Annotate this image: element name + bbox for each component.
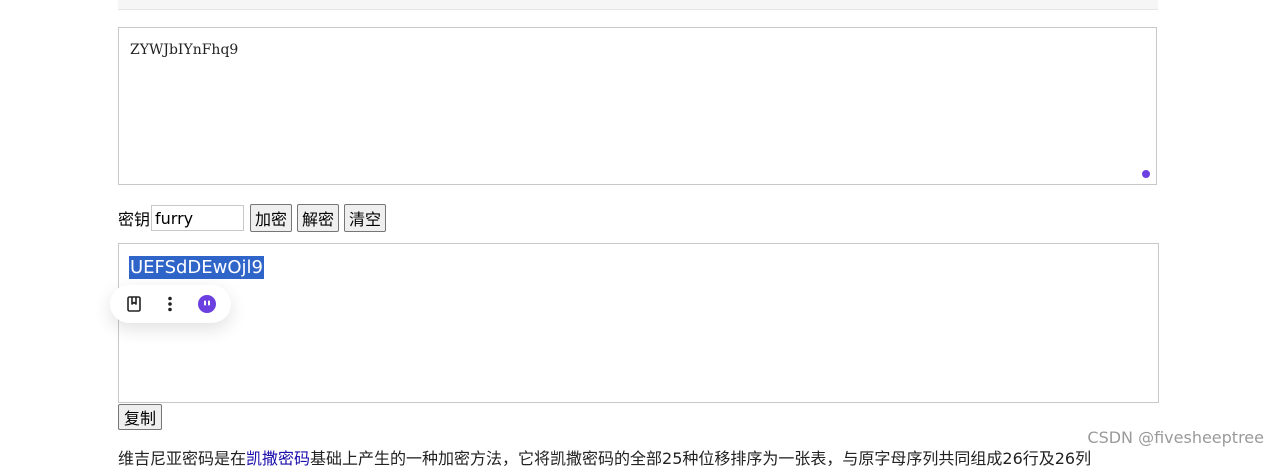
output-textarea[interactable]: UEFSdDEwOjl9	[118, 243, 1159, 403]
input-text: ZYWJbIYnFhq9	[130, 42, 239, 58]
cipher-controls: 密钥 加密 解密 清空	[118, 204, 391, 232]
key-label: 密钥	[118, 210, 151, 229]
description-paragraph: 维吉尼亚密码是在凯撒密码基础上产生的一种加密方法，它将凯撒密码的全部25种位移排…	[118, 447, 1168, 471]
top-panel-edge	[118, 0, 1158, 10]
selection-toolbar	[110, 285, 231, 323]
bookmark-icon[interactable]	[123, 293, 145, 315]
input-textarea[interactable]: ZYWJbIYnFhq9	[118, 27, 1157, 185]
grammar-assist-dot-icon[interactable]	[1142, 170, 1150, 178]
decrypt-button[interactable]: 解密	[297, 204, 340, 232]
paragraph-text-after: 基础上产生的一种加密方法，它将凯撒密码的全部25种位移排序为一张表，与原字母序列…	[310, 449, 1092, 468]
clear-button[interactable]: 清空	[344, 204, 387, 232]
more-vert-icon[interactable]	[159, 293, 181, 315]
output-text-selected: UEFSdDEwOjl9	[129, 256, 265, 279]
assistant-icon[interactable]	[196, 293, 218, 315]
copy-button[interactable]: 复制	[118, 404, 163, 430]
encrypt-button[interactable]: 加密	[250, 204, 293, 232]
caesar-cipher-link[interactable]: 凯撒密码	[246, 449, 310, 468]
csdn-watermark: CSDN @fivesheeptree	[1087, 428, 1264, 447]
paragraph-text-before: 维吉尼亚密码是在	[118, 449, 247, 468]
key-input[interactable]	[151, 205, 245, 231]
